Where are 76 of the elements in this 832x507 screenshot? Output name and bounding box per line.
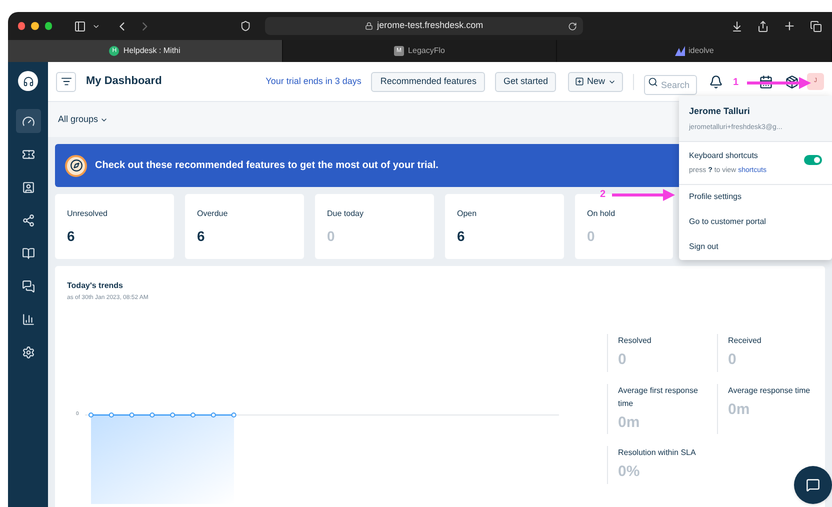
stat-value: 0 [618,350,628,370]
gauge-icon [22,114,34,128]
shortcuts-label: Keyboard shortcuts [689,150,759,162]
user-name: Jerome Talluri [689,105,751,118]
notifications-icon[interactable] [709,74,723,88]
new-button[interactable]: New [568,72,623,92]
sidebar-item[interactable] [16,109,40,133]
address-bar[interactable]: jerome-test.freshdesk.com [265,17,584,35]
stat-label: Average first response time [618,384,699,410]
ticket-icon [22,148,34,160]
contact-card-icon [22,180,34,194]
group-dropdown[interactable]: All groups [58,112,108,126]
banner-text: Check out these recommended features to get the most out of your trial. [95,159,438,173]
stat-value: 0m [618,412,641,432]
chat-icon [806,478,820,492]
search-field[interactable]: Search [644,74,697,94]
card-count: 6 [457,227,466,246]
share-icon[interactable] [757,20,770,32]
plus-square-icon [574,77,584,86]
compass-icon [65,154,87,176]
filter-button[interactable] [56,72,76,92]
card-label: Due today [327,208,364,220]
network-icon [22,214,34,226]
card-count: 0 [327,227,336,246]
download-icon[interactable] [731,20,744,32]
card-label: Open [457,208,478,220]
menu-item[interactable]: Profile settings [679,184,832,210]
lock-icon [365,22,374,30]
annotation-number: 1 [733,76,739,90]
card-label: On hold [587,208,616,220]
close-window-icon[interactable] [18,22,26,30]
card-count: 6 [197,227,206,246]
annotation-arrow [746,76,811,88]
page-title: My Dashboard [86,74,162,90]
card-label: Unresolved [67,208,108,220]
favicon-icon [674,46,684,56]
stat-label: Received [728,335,762,347]
trends-title: Today's trends [67,280,124,292]
recommended-features-button[interactable]: Recommended features [371,72,486,92]
trial-link[interactable]: Your trial ends in 3 days [266,74,362,88]
menu-item[interactable]: Sign out [679,234,832,260]
new-tab-icon[interactable] [783,19,796,33]
stat-value: 0% [618,462,641,482]
stat-value: 0 [728,350,738,370]
headphones-icon [22,76,34,86]
stat-value: 0m [728,400,751,420]
stat-label: Average response time [728,384,812,396]
reload-icon[interactable] [568,22,578,30]
tab-overview-icon[interactable] [810,20,822,32]
settings-icon [22,346,34,358]
url-text: jerome-test.freshdesk.com [377,19,484,32]
card-count: 0 [587,227,596,246]
card-count: 6 [67,227,76,246]
book-icon [22,246,34,260]
bar-chart-icon [22,312,34,326]
menu-item[interactable]: Go to customer portal [679,210,832,234]
filter-icon [60,76,72,87]
search-icon [648,76,658,86]
sidebar-toggle-icon[interactable] [74,20,86,32]
stat-label: Resolved [618,335,652,347]
shortcuts-toggle[interactable] [804,155,822,165]
ticket-count-card[interactable]: Overdue 6 [185,194,304,259]
minimize-window-icon[interactable] [31,22,39,30]
ticket-count-card[interactable]: Unresolved 6 [55,194,174,259]
annotation-arrow [612,188,675,200]
calendar-icon[interactable] [759,74,773,88]
card-label: Overdue [197,208,229,220]
ticket-count-card[interactable]: Open 6 [445,194,564,259]
chat-icon [22,280,34,292]
ticket-count-card[interactable]: Due today 0 [315,194,434,259]
stat-label: Resolution within SLA [618,447,697,459]
app-logo[interactable] [18,71,38,91]
shield-icon[interactable] [240,20,252,32]
zoom-window-icon[interactable] [44,22,52,30]
get-started-button[interactable]: Get started [495,72,556,92]
package-icon[interactable] [785,74,799,88]
